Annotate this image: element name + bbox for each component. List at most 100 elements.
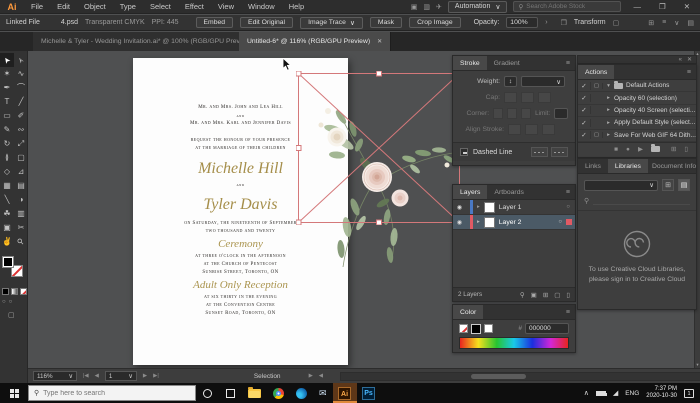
scale-tool[interactable]: ⤢ [14, 137, 28, 151]
first-artboard-icon[interactable]: |◀ [83, 373, 89, 379]
color-spectrum-bar[interactable] [459, 337, 569, 349]
artboard-number-dropdown[interactable]: 1 ∨ [104, 371, 137, 381]
expand-triangle-icon[interactable]: ▸ [603, 95, 614, 101]
toggle-check-icon[interactable]: ✓ [578, 94, 591, 103]
delete-layer-icon[interactable]: ▯ [566, 291, 570, 299]
eyedropper-tool[interactable]: ╲ [0, 193, 14, 207]
color-mode-button[interactable] [2, 288, 9, 295]
app-home-icon[interactable]: ▣ [411, 3, 418, 11]
lasso-tool[interactable]: ∿ [14, 67, 28, 81]
dash-gap-button[interactable] [551, 147, 568, 157]
make-mask-icon[interactable]: ▣ [531, 291, 537, 299]
none-mode-button[interactable] [20, 288, 27, 295]
photoshop-taskbar-icon[interactable]: Ps [357, 383, 381, 403]
arrange-documents-icon[interactable]: ▥ [423, 3, 430, 11]
expand-triangle-icon[interactable]: ▾ [603, 83, 614, 89]
action-row[interactable]: ✓ ▸ Opacity 40 Screen (selecti... [578, 105, 696, 118]
pen-tool[interactable]: ✒ [0, 81, 14, 95]
list-view-icon[interactable]: ▤ [678, 179, 690, 191]
layer-thumbnail[interactable] [483, 216, 495, 228]
play-selection-icon[interactable]: ▶ [638, 145, 643, 153]
tab-document-info[interactable]: Document Info [648, 159, 700, 173]
grid-view-icon[interactable]: ⊞ [662, 179, 674, 191]
bounding-box-icon[interactable]: ❐ [561, 19, 567, 27]
action-row[interactable]: ✓ ▢ ▸ Save For Web GIF 64 Dith... [578, 130, 696, 142]
chevron-right-icon[interactable]: › [545, 19, 547, 26]
taskbar-search-box[interactable]: ⚲ [28, 385, 196, 401]
collapse-panels-icon[interactable]: « [679, 57, 682, 63]
expand-triangle-icon[interactable]: ▸ [477, 204, 480, 210]
tab-actions[interactable]: Actions [578, 65, 615, 79]
menu-item-view[interactable]: View [211, 2, 241, 11]
dash-preset-button[interactable] [531, 147, 548, 157]
taskbar-clock[interactable]: 7:37 PM 2020-10-30 [646, 386, 677, 400]
slice-tool[interactable]: ✂ [14, 221, 28, 235]
edit-original-button[interactable]: Edit Original [240, 17, 294, 28]
library-search-field[interactable] [593, 197, 690, 205]
dialog-toggle-icon[interactable]: ▢ [591, 82, 603, 89]
begin-recording-icon[interactable]: ● [626, 146, 630, 153]
new-action-icon[interactable]: ⊞ [671, 145, 676, 153]
last-artboard-icon[interactable]: ▶| [153, 373, 159, 379]
gradient-mode-button[interactable] [11, 288, 18, 295]
action-row[interactable]: ✓ ▸ Opacity 60 (selection) [578, 92, 696, 105]
illustrator-taskbar-icon[interactable]: Ai [332, 383, 357, 403]
minimize-button[interactable]: — [627, 2, 647, 11]
tab-layers[interactable]: Layers [453, 185, 488, 199]
tab-untitled-6[interactable]: Untitled-6* @ 116% (RGB/GPU Preview) ✕ [239, 32, 392, 51]
panel-strip-icon[interactable]: ▤ [687, 19, 694, 27]
tab-wedding-invitation[interactable]: Michelle & Tyler - Wedding Invitation.ai… [33, 32, 274, 51]
new-layer-icon[interactable]: ▢ [554, 291, 560, 299]
new-sublayer-icon[interactable]: ⊞ [543, 291, 548, 299]
panel-menu-icon[interactable]: ≡ [561, 305, 575, 319]
round-cap-button[interactable] [521, 92, 534, 103]
align-inside-button[interactable] [525, 124, 538, 135]
expand-triangle-icon[interactable]: ▸ [603, 120, 614, 126]
visibility-eye-icon[interactable]: ◉ [453, 219, 466, 226]
layer-row-1[interactable]: ◉ ▸ Layer 1 ○ [453, 200, 575, 215]
embed-button[interactable]: Embed [195, 17, 234, 28]
linked-file-label[interactable]: Linked File [6, 19, 40, 26]
chevron-down-icon[interactable]: ∨ [350, 19, 355, 27]
zoom-tool[interactable]: ⚲ [14, 235, 28, 249]
tab-links[interactable]: Links [578, 159, 608, 173]
projecting-cap-button[interactable] [538, 92, 551, 103]
menu-item-file[interactable]: File [24, 2, 50, 11]
chevron-down-icon[interactable]: ∨ [674, 19, 679, 27]
workspace-menu-icon[interactable]: ≡ [662, 19, 666, 27]
shaper-tool[interactable]: ∾ [14, 123, 28, 137]
paintbrush-tool[interactable]: ✐ [14, 109, 28, 123]
none-color-swatch[interactable] [459, 324, 468, 333]
tab-color[interactable]: Color [453, 305, 484, 319]
panel-menu-icon[interactable]: ≡ [561, 185, 575, 199]
status-expand-icon[interactable]: ▶ [309, 373, 313, 379]
tab-stroke[interactable]: Stroke [453, 56, 487, 70]
line-segment-tool[interactable]: ╱ [14, 95, 28, 109]
align-outside-button[interactable] [542, 124, 555, 135]
gradient-tool[interactable]: ▤ [14, 179, 28, 193]
fullscreen-icon[interactable]: ⊞ [648, 19, 654, 27]
search-icon[interactable]: ⚲ [584, 197, 589, 205]
horizontal-scrollbar-thumb[interactable] [471, 374, 526, 379]
horizontal-scrollbar[interactable] [340, 372, 700, 381]
round-join-button[interactable] [507, 108, 518, 119]
align-center-button[interactable] [508, 124, 521, 135]
file-explorer-icon[interactable] [248, 386, 261, 398]
toggle-check-icon[interactable]: ✓ [578, 131, 591, 140]
dialog-toggle-icon[interactable]: ▢ [591, 132, 603, 139]
expand-triangle-icon[interactable]: ▸ [603, 107, 614, 113]
next-artboard-icon[interactable]: ▶ [143, 373, 147, 379]
artboard-tool[interactable]: ▣ [0, 221, 14, 235]
menu-item-help[interactable]: Help [282, 2, 311, 11]
layer-name[interactable]: Layer 2 [499, 219, 522, 226]
battery-icon[interactable] [595, 390, 607, 396]
opacity-field[interactable]: 100% [506, 17, 539, 28]
expand-triangle-icon[interactable]: ▸ [603, 132, 614, 138]
mesh-tool[interactable]: ▦ [0, 179, 14, 193]
draw-behind-icon[interactable]: ○ [9, 299, 13, 305]
rectangle-tool[interactable]: ▭ [0, 109, 14, 123]
pencil-tool[interactable]: ✎ [0, 123, 14, 137]
align-options-icon[interactable]: ▢ [613, 19, 620, 27]
cortana-icon[interactable] [203, 388, 212, 398]
menu-item-type[interactable]: Type [113, 2, 143, 11]
